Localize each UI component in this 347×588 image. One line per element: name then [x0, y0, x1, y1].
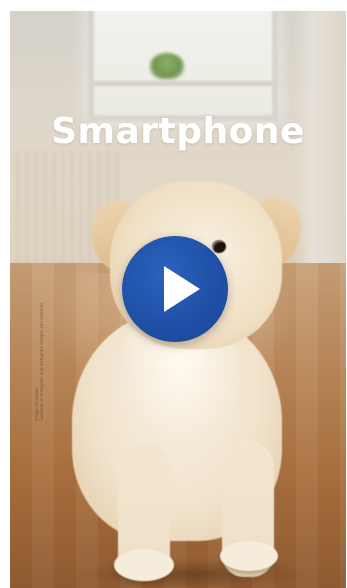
video-title: Smartphone [51, 111, 305, 152]
play-icon [164, 266, 200, 312]
play-button[interactable] [122, 236, 228, 342]
disclaimer-line-2: Contents of Instagram and Instagram imag… [39, 302, 44, 421]
video-player[interactable]: Smartphone Image simulated. Contents of … [10, 11, 346, 588]
disclaimer-text: Image simulated. Contents of Instagram a… [34, 303, 44, 421]
